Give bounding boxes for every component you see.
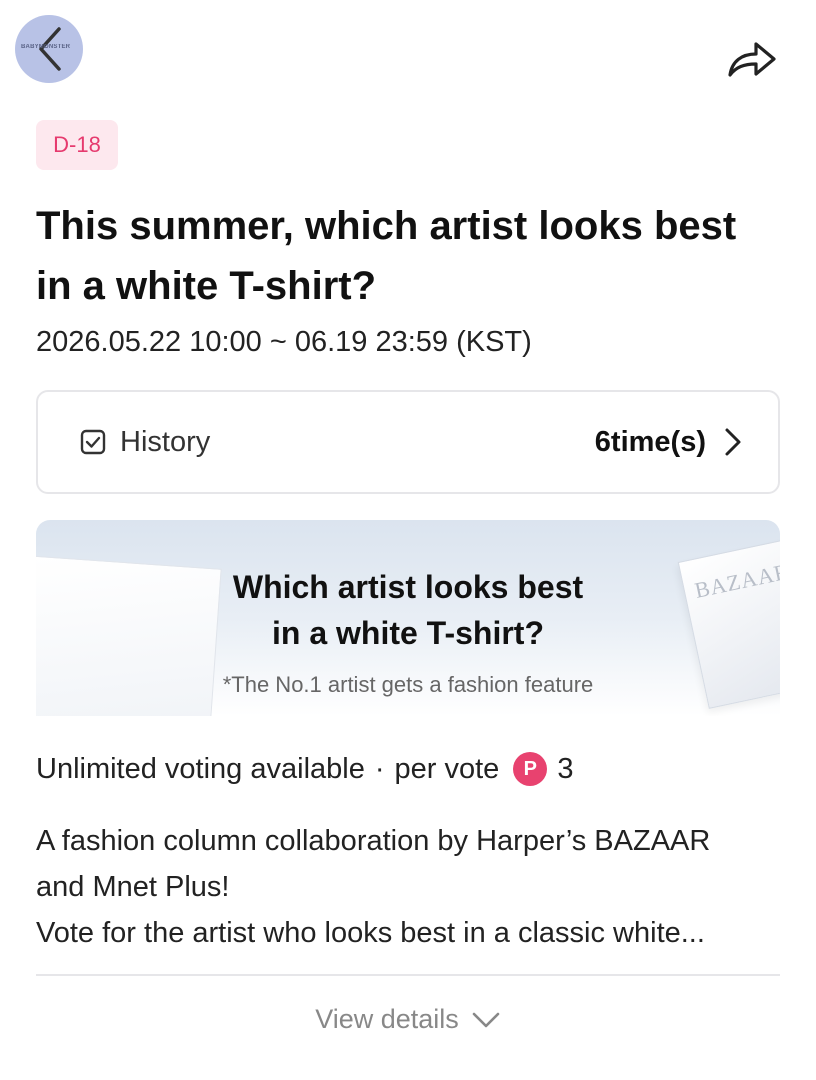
history-count: 6time(s) [594, 425, 706, 458]
view-details-label: View details [315, 1004, 459, 1034]
vote-cost: 3 [557, 752, 574, 785]
description-line: Vote for the artist who looks best in a … [36, 917, 705, 949]
per-vote-text: per vote [394, 752, 500, 785]
dday-badge: D-18 [36, 120, 118, 170]
point-icon: P [513, 752, 548, 786]
history-label: History [120, 425, 211, 458]
artist-logo: BABYMONSTER [21, 44, 71, 50]
vote-banner[interactable]: BAZAAR Which artist looks best in a whit… [36, 520, 780, 716]
history-right: 6time(s) [595, 426, 742, 459]
view-details-button[interactable]: View details [0, 1004, 816, 1035]
vote-description: A fashion column collaboration by Harper… [36, 818, 786, 956]
history-left: History [80, 426, 210, 459]
voting-info: Unlimited voting available · per vote P … [36, 752, 780, 786]
share-arrow-icon [728, 42, 776, 77]
vote-detail-page: BABYMONSTER D-18 This summer, which arti… [0, 0, 816, 1080]
vote-title: This summer, which artist looks best in … [36, 204, 737, 308]
checkbox-icon [80, 429, 106, 455]
unlimited-voting-text: Unlimited voting available [36, 752, 365, 785]
chevron-down-icon [472, 1012, 500, 1027]
share-button[interactable] [724, 35, 780, 83]
separator-dot: · [374, 752, 385, 785]
description-line: and Mnet Plus! [36, 871, 230, 903]
chevron-right-icon [725, 428, 741, 456]
banner-title-line2: in a white T-shirt? [271, 615, 544, 651]
divider [36, 974, 780, 976]
description-line: A fashion column collaboration by Harper… [36, 825, 711, 857]
banner-note: *The No.1 artist gets a fashion feature [222, 672, 594, 697]
banner-title-line1: Which artist looks best [232, 569, 584, 605]
back-button[interactable]: BABYMONSTER [15, 15, 83, 83]
history-card[interactable]: History 6time(s) [36, 390, 780, 494]
banner-title: Which artist looks best in a white T-shi… [36, 564, 780, 656]
vote-period: 2026.05.22 10:00 ~ 06.19 23:59 (KST) [36, 326, 532, 358]
